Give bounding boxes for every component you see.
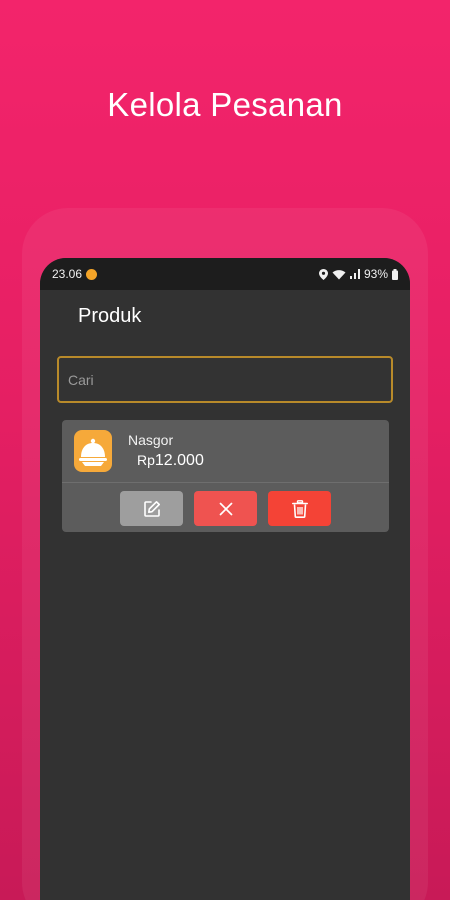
- edit-icon: [143, 500, 160, 517]
- battery-level: 93%: [363, 267, 388, 281]
- search-input[interactable]: [68, 371, 391, 388]
- delete-button[interactable]: [268, 491, 331, 526]
- status-bar: 23.06 93%: [40, 258, 410, 290]
- food-cloche-icon: [74, 430, 112, 472]
- app-bar: Produk: [40, 290, 410, 342]
- app-notification-icon: [86, 268, 98, 280]
- price-currency: Rp: [137, 452, 155, 468]
- battery-icon: [392, 268, 398, 280]
- cancel-button[interactable]: [194, 491, 257, 526]
- product-card: Nasgor Rp12.000: [62, 420, 389, 532]
- edit-button[interactable]: [120, 491, 183, 526]
- status-time: 23.06: [52, 267, 83, 281]
- wifi-icon: [332, 269, 346, 279]
- close-icon: [219, 502, 232, 515]
- product-actions: [62, 483, 389, 526]
- product-info: Nasgor Rp12.000: [62, 420, 389, 482]
- page-title: Produk: [78, 304, 142, 327]
- headline: Kelola Pesanan: [107, 86, 343, 123]
- phone-screen: 23.06 93% Produk Cari Nasgor Rp12.000: [40, 258, 410, 900]
- price-amount: 12.000: [154, 452, 204, 469]
- product-name: Nasgor: [128, 432, 174, 448]
- location-icon: [318, 268, 328, 280]
- trash-icon: [291, 499, 308, 518]
- product-price: Rp12.000: [137, 452, 204, 470]
- search-field[interactable]: [57, 356, 393, 403]
- signal-icon: [349, 269, 360, 279]
